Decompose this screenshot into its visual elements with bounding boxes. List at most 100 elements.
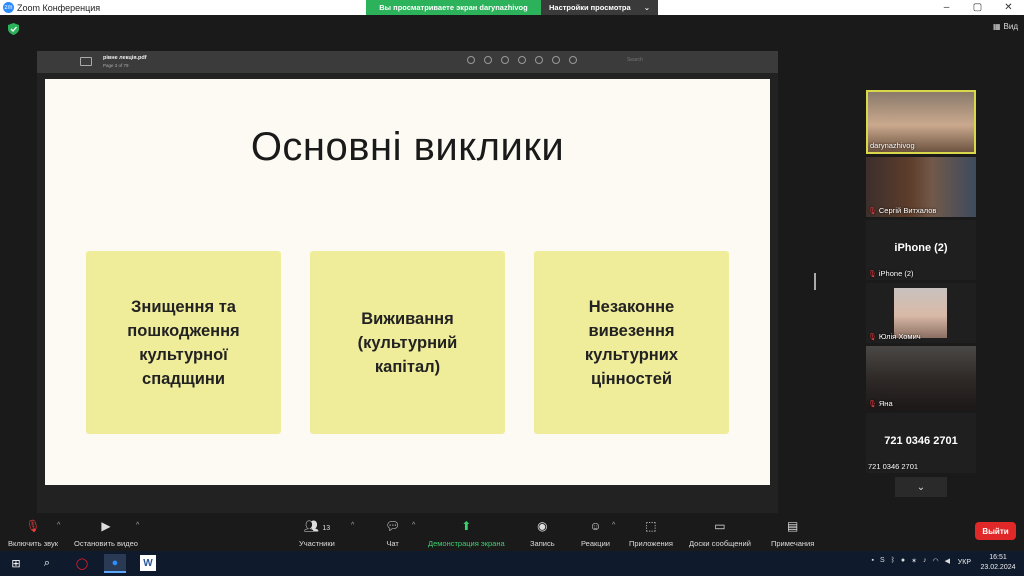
participants-button[interactable]: 👥︎ 13 Участники	[299, 518, 335, 548]
mic-muted-icon: 🎙︎	[868, 400, 877, 408]
zoom-tray-icon[interactable]: ●	[901, 557, 905, 565]
stop-video-label: Остановить видео	[74, 539, 138, 548]
chat-icon: 💬︎	[385, 519, 401, 533]
view-options-label: Настройки просмотра	[549, 3, 631, 12]
notes-label: Примечания	[771, 539, 815, 548]
chevron-up-icon[interactable]: ^	[57, 522, 60, 529]
participant-tile[interactable]: 721 0346 2701 721 0346 2701	[866, 413, 976, 473]
share-icon	[518, 56, 526, 64]
wifi-icon[interactable]: ◠	[933, 557, 939, 565]
presentation-slide: Основні виклики Знищення та пошкодження …	[45, 79, 770, 485]
nvidia-icon[interactable]: ▪	[872, 557, 874, 565]
mic-muted-icon: 🎙︎	[868, 207, 877, 215]
clock-date: 23.02.2024	[980, 564, 1016, 571]
mic-muted-icon: 🎙︎	[868, 270, 877, 278]
zoom-out-icon	[484, 56, 492, 64]
windows-start-icon[interactable]: ⊞	[5, 554, 27, 573]
zoom-in-icon	[501, 56, 509, 64]
participant-name-label: Юлія Хомич	[878, 332, 921, 341]
participant-tile[interactable]: iPhone (2) 🎙︎ iPhone (2)	[866, 220, 976, 280]
chevron-down-icon: ⌄	[916, 481, 926, 493]
participants-label: Участники	[299, 539, 335, 548]
volume-icon[interactable]: ◀	[945, 557, 950, 565]
slide-title: Основні виклики	[250, 125, 565, 169]
notes-icon: ▤	[786, 519, 799, 533]
markup-icon	[535, 56, 543, 64]
zoom-logo-icon: zm	[3, 2, 14, 13]
system-clock[interactable]: 16:51 23.02.2024	[978, 553, 1018, 573]
minimize-button[interactable]: –	[931, 0, 962, 15]
participant-name: 721 0346 2701	[868, 462, 918, 471]
maximize-button[interactable]: ▢	[962, 0, 993, 15]
notes-button[interactable]: ▤ Примечания	[771, 518, 814, 548]
participant-name: 🎙︎ Яна	[868, 399, 893, 408]
annotate-icon	[569, 56, 577, 64]
clock-time: 16:51	[989, 554, 1007, 561]
view-options-button[interactable]: Настройки просмотра ⌄	[541, 0, 658, 15]
slide-card: Виживання (культурний капітал)	[310, 251, 505, 434]
unmute-label: Включить звук	[8, 539, 59, 548]
whiteboards-button[interactable]: ▭ Доски сообщений	[689, 518, 751, 548]
language-indicator[interactable]: УКР	[958, 559, 971, 566]
share-screen-icon: ⬆︎	[461, 519, 472, 533]
skype-icon[interactable]: S	[880, 557, 885, 565]
pdf-tools	[467, 56, 577, 64]
participant-name-label: darynazhivog	[870, 141, 915, 150]
video-camera-icon: ▶︎	[101, 519, 111, 533]
participants-count: 13	[322, 525, 331, 532]
participant-video	[894, 288, 947, 338]
pdf-toolbar: рівне лекція.pdf Page 3 of 79 Search	[37, 51, 778, 73]
stop-video-button[interactable]: ▶︎ Остановить видео	[74, 518, 138, 548]
reactions-label: Реакции	[581, 539, 610, 548]
pdf-filename: рівне лекція.pdf	[103, 55, 147, 61]
chevron-up-icon[interactable]: ^	[351, 522, 354, 529]
view-label: Вид	[1003, 22, 1018, 31]
word-app-icon[interactable]: W	[140, 555, 156, 571]
participant-tile[interactable]: 🎙︎ Сергій Витхалов	[866, 157, 976, 217]
os-taskbar: ⊞ ⌕ ◯ ● W ▪ S ᛒ ● ✶ ♪ ◠ ◀ УКР 16:51 23.0…	[0, 551, 1024, 576]
close-button[interactable]: ✕	[993, 0, 1024, 15]
whiteboard-icon: ▭	[714, 519, 726, 533]
resize-handle[interactable]	[814, 273, 816, 290]
grid-icon: ▦	[992, 22, 1001, 31]
viewing-screen-label: Вы просматриваете экран darynazhivog	[366, 0, 541, 15]
apps-icon: ⬚	[645, 519, 657, 533]
chat-button[interactable]: 💬︎ Чат	[385, 518, 400, 548]
reactions-button[interactable]: ☺︎ Реакции	[581, 518, 610, 548]
participant-name-label: Яна	[878, 399, 893, 408]
leave-button[interactable]: Выйти	[975, 522, 1016, 540]
participant-tile[interactable]: 🎙︎ Юлія Хомич	[866, 283, 976, 343]
chevron-up-icon[interactable]: ^	[612, 522, 615, 529]
record-label: Запись	[530, 539, 555, 548]
participant-tile[interactable]: 🎙︎ Яна	[866, 346, 976, 410]
apps-button[interactable]: ⬚ Приложения	[629, 518, 673, 548]
participant-name-label: iPhone (2)	[878, 269, 914, 278]
security-shield-icon[interactable]	[8, 23, 19, 35]
share-banner: Вы просматриваете экран darynazhivog Нас…	[366, 0, 658, 15]
gallery-scroll-down-button[interactable]: ⌄	[895, 477, 947, 497]
record-icon: ◉	[537, 519, 548, 533]
tray-icon[interactable]: ♪	[923, 557, 927, 565]
apps-label: Приложения	[629, 539, 673, 548]
participant-display-name: iPhone (2)	[894, 242, 948, 254]
participant-tile[interactable]: darynazhivog	[866, 90, 976, 154]
rotate-icon	[552, 56, 560, 64]
record-button[interactable]: ◉ Запись	[530, 518, 555, 548]
smile-icon: ☺︎	[589, 519, 602, 533]
tray-icon[interactable]: ✶	[911, 557, 917, 565]
zoom-app-icon[interactable]: ●	[104, 554, 126, 573]
view-button[interactable]: ▦ Вид	[993, 22, 1018, 31]
bluetooth-icon[interactable]: ᛒ	[891, 557, 895, 565]
window-controls: – ▢ ✕	[931, 0, 1024, 15]
pdf-search: Search	[627, 57, 643, 63]
pdf-page-indicator: Page 3 of 79	[103, 63, 129, 68]
system-tray: ▪ S ᛒ ● ✶ ♪ ◠ ◀	[872, 557, 950, 565]
opera-browser-icon[interactable]: ◯	[71, 554, 93, 573]
chevron-up-icon[interactable]: ^	[412, 522, 415, 529]
participant-name-label: Сергій Витхалов	[878, 206, 937, 215]
meeting-toolbar: 🎙︎ Включить звук ^ ▶︎ Остановить видео ^…	[0, 513, 1024, 551]
search-icon[interactable]: ⌕	[36, 554, 58, 573]
share-screen-button[interactable]: ⬆︎ Демонстрация экрана	[428, 518, 505, 548]
chevron-up-icon[interactable]: ^	[136, 522, 139, 529]
unmute-button[interactable]: 🎙︎ Включить звук	[8, 518, 58, 548]
